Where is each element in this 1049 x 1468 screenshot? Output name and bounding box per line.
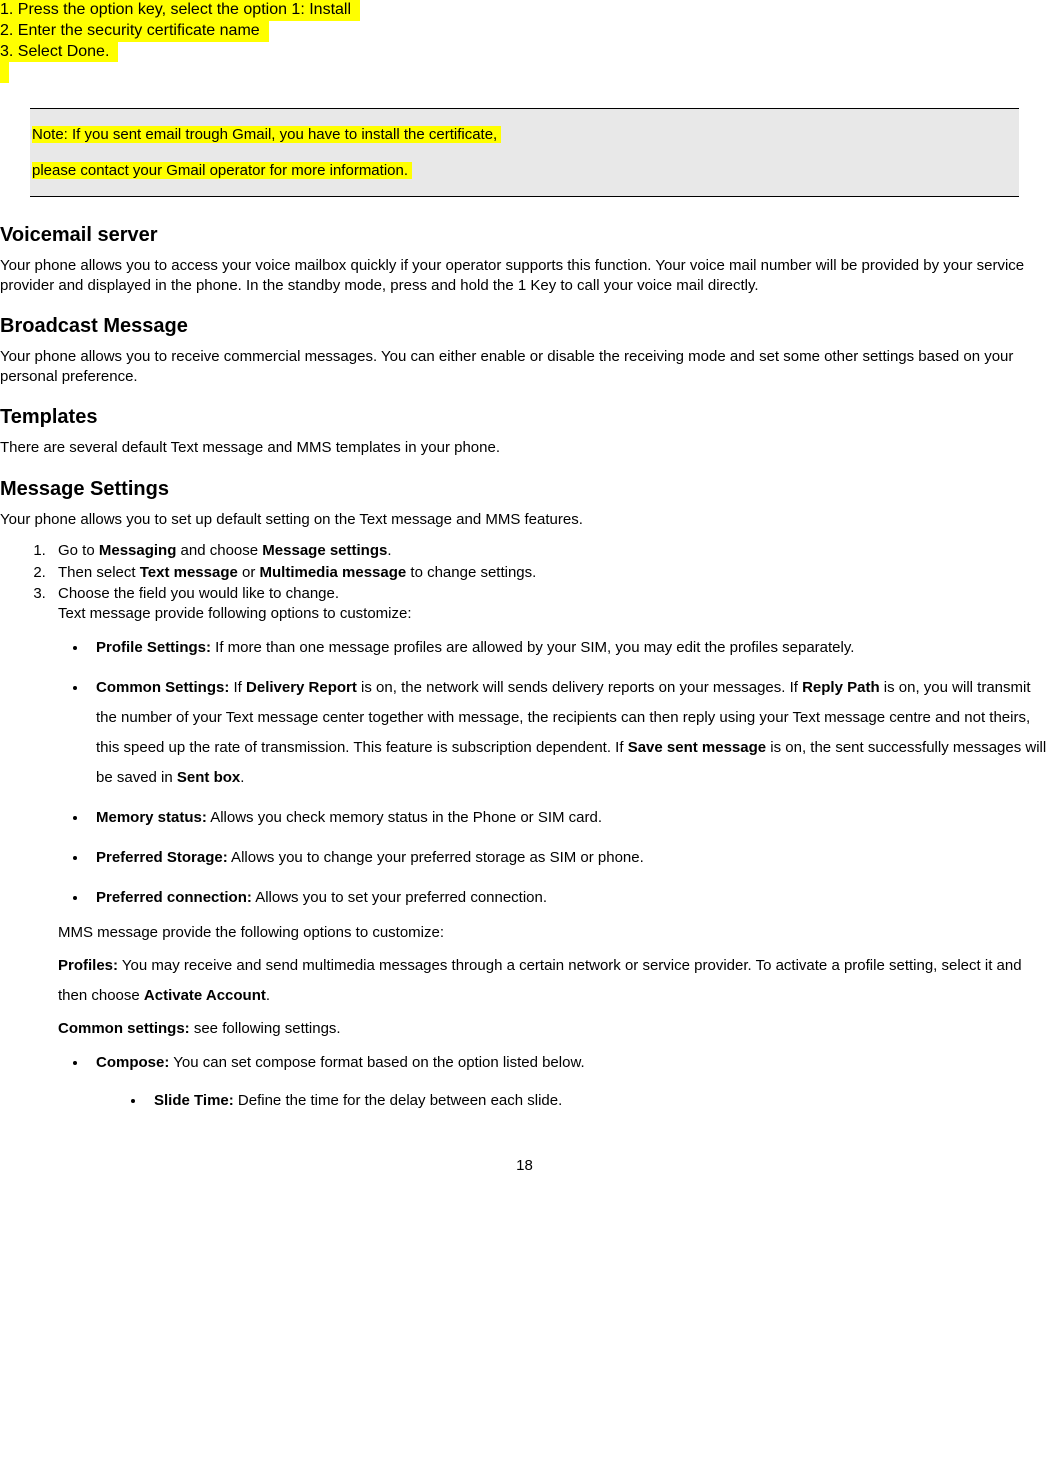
mms-common: Common settings: see following settings. — [58, 1019, 1049, 1039]
bullet-preferred-connection: Preferred connection: Allows you to set … — [88, 883, 1049, 913]
msg-step-3: Choose the field you would like to chang… — [50, 584, 1049, 623]
bullet-common-settings: Common Settings: If Delivery Report is o… — [88, 673, 1049, 793]
compose-sub-bullets: Slide Time: Define the time for the dela… — [126, 1086, 1049, 1116]
broadcast-heading: Broadcast Message — [0, 313, 1049, 339]
msg-settings-heading: Message Settings — [0, 476, 1049, 502]
msg-step-2: Then select Text message or Multimedia m… — [50, 563, 1049, 583]
step-1: 1. Press the option key, select the opti… — [0, 0, 360, 21]
voicemail-heading: Voicemail server — [0, 222, 1049, 248]
note-box: Note: If you sent email trough Gmail, yo… — [30, 108, 1019, 197]
mms-intro: MMS message provide the following option… — [58, 923, 1049, 943]
step-3: 3. Select Done. — [0, 42, 118, 63]
bullet-preferred-storage: Preferred Storage: Allows you to change … — [88, 843, 1049, 873]
msg-step-1: Go to Messaging and choose Message setti… — [50, 541, 1049, 561]
msg-settings-intro: Your phone allows you to set up default … — [0, 510, 1049, 530]
bullet-profile-settings: Profile Settings: If more than one messa… — [88, 633, 1049, 663]
text-msg-bullets: Profile Settings: If more than one messa… — [58, 633, 1049, 913]
note-line-2: please contact your Gmail operator for m… — [32, 162, 412, 179]
top-steps-block: 1. Press the option key, select the opti… — [0, 0, 1049, 83]
bullet-compose: Compose: You can set compose format base… — [88, 1048, 1049, 1116]
note-line-1: Note: If you sent email trough Gmail, yo… — [32, 126, 501, 143]
broadcast-text: Your phone allows you to receive commerc… — [0, 347, 1049, 386]
templates-text: There are several default Text message a… — [0, 438, 1049, 458]
bullet-slide-time: Slide Time: Define the time for the dela… — [146, 1086, 1049, 1116]
voicemail-text: Your phone allows you to access your voi… — [0, 256, 1049, 295]
page-number: 18 — [0, 1156, 1049, 1176]
mms-profiles: Profiles: You may receive and send multi… — [58, 951, 1049, 1011]
templates-heading: Templates — [0, 404, 1049, 430]
msg-settings-steps: Go to Messaging and choose Message setti… — [30, 541, 1049, 623]
bullet-memory-status: Memory status: Allows you check memory s… — [88, 803, 1049, 833]
step-trailing — [0, 62, 9, 83]
step-2: 2. Enter the security certificate name — [0, 21, 269, 42]
mms-bullets: Compose: You can set compose format base… — [58, 1048, 1049, 1116]
